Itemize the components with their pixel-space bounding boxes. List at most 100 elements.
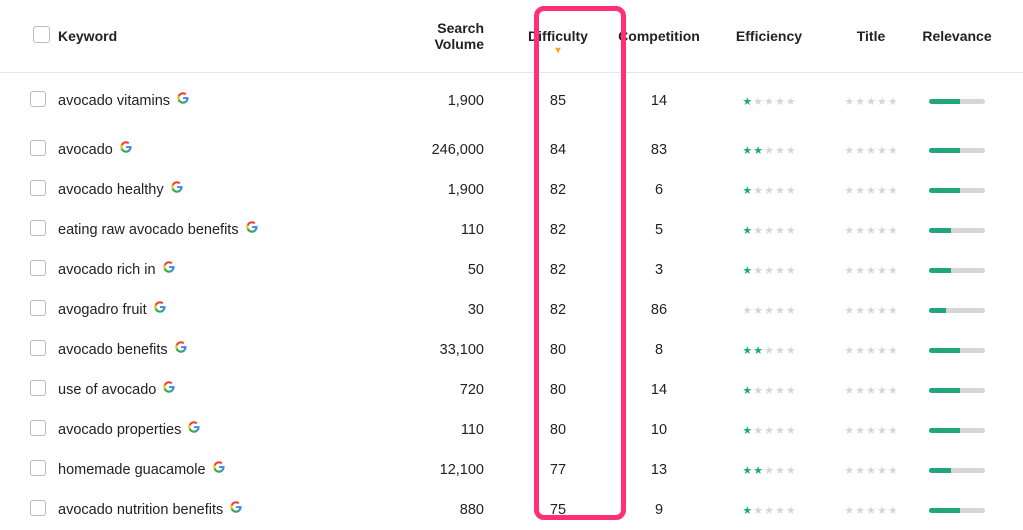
star-icon: ★ (742, 506, 752, 517)
star-icon: ★ (877, 346, 887, 357)
header-difficulty[interactable]: Difficulty ▾ (512, 0, 604, 72)
google-icon (154, 301, 166, 313)
star-icon: ★ (888, 266, 898, 277)
star-icon: ★ (855, 386, 865, 397)
competition-cell: 14 (604, 72, 714, 130)
row-checkbox[interactable] (30, 460, 46, 476)
row-checkbox[interactable] (30, 140, 46, 156)
row-checkbox[interactable] (30, 380, 46, 396)
search-volume-cell: 1,900 (392, 72, 512, 130)
competition-cell: 83 (604, 130, 714, 170)
efficiency-cell: ★★★★★ (714, 450, 824, 490)
star-icon: ★ (764, 506, 774, 517)
star-icon: ★ (844, 226, 854, 237)
google-icon (120, 141, 132, 153)
star-rating: ★★★★★ (844, 346, 897, 357)
row-checkbox[interactable] (30, 91, 46, 107)
search-volume-cell: 720 (392, 370, 512, 410)
row-checkbox[interactable] (30, 340, 46, 356)
relevance-cell (918, 170, 1023, 210)
keyword-text: avocado vitamins (58, 93, 170, 109)
keyword-cell[interactable]: avocado benefits (58, 342, 391, 358)
relevance-cell (918, 250, 1023, 290)
keyword-cell[interactable]: eating raw avocado benefits (58, 222, 391, 238)
keyword-text: avocado properties (58, 422, 181, 438)
header-keyword[interactable]: Keyword (54, 0, 392, 72)
difficulty-cell: 84 (512, 130, 604, 170)
keyword-text: avocado nutrition benefits (58, 502, 223, 518)
star-icon: ★ (764, 346, 774, 357)
star-icon: ★ (877, 466, 887, 477)
relevance-cell (918, 450, 1023, 490)
row-checkbox[interactable] (30, 500, 46, 516)
star-icon: ★ (877, 506, 887, 517)
difficulty-cell: 75 (512, 490, 604, 530)
star-icon: ★ (855, 306, 865, 317)
header-difficulty-label: Difficulty (528, 28, 588, 44)
relevance-bar-fill (929, 348, 960, 353)
google-icon (171, 181, 183, 193)
star-icon: ★ (844, 466, 854, 477)
keyword-cell[interactable]: avocado (58, 142, 391, 158)
relevance-cell (918, 210, 1023, 250)
star-rating: ★★★★★ (742, 97, 795, 108)
star-icon: ★ (888, 97, 898, 108)
star-rating: ★★★★★ (844, 386, 897, 397)
difficulty-cell: 77 (512, 450, 604, 490)
star-icon: ★ (775, 426, 785, 437)
title-cell: ★★★★★ (824, 250, 918, 290)
keyword-cell[interactable]: avocado properties (58, 422, 391, 438)
header-title[interactable]: Title (824, 0, 918, 72)
star-icon: ★ (855, 346, 865, 357)
star-icon: ★ (753, 226, 763, 237)
keyword-table-container: Keyword Search Volume Difficulty ▾ Compe… (0, 0, 1023, 530)
star-icon: ★ (877, 386, 887, 397)
keyword-cell[interactable]: avocado healthy (58, 182, 391, 198)
star-icon: ★ (866, 466, 876, 477)
row-checkbox[interactable] (30, 420, 46, 436)
star-icon: ★ (888, 426, 898, 437)
star-icon: ★ (764, 186, 774, 197)
search-volume-cell: 110 (392, 410, 512, 450)
select-all-checkbox[interactable] (33, 26, 50, 43)
header-search-volume[interactable]: Search Volume (392, 0, 512, 72)
keyword-cell[interactable]: avocado rich in (58, 262, 391, 278)
star-icon: ★ (742, 426, 752, 437)
row-checkbox[interactable] (30, 220, 46, 236)
row-checkbox[interactable] (30, 180, 46, 196)
star-icon: ★ (742, 226, 752, 237)
header-efficiency[interactable]: Efficiency (714, 0, 824, 72)
star-icon: ★ (753, 186, 763, 197)
star-icon: ★ (764, 426, 774, 437)
relevance-bar-fill (929, 468, 951, 473)
star-icon: ★ (866, 226, 876, 237)
star-icon: ★ (786, 146, 796, 157)
keyword-cell[interactable]: use of avocado (58, 382, 391, 398)
star-rating: ★★★★★ (742, 306, 795, 317)
star-icon: ★ (786, 97, 796, 108)
relevance-cell (918, 72, 1023, 130)
relevance-bar-fill (929, 508, 960, 513)
keyword-cell[interactable]: avocado nutrition benefits (58, 502, 391, 518)
star-icon: ★ (844, 306, 854, 317)
competition-cell: 3 (604, 250, 714, 290)
star-icon: ★ (786, 466, 796, 477)
keyword-cell[interactable]: homemade guacamole (58, 462, 391, 478)
star-icon: ★ (753, 346, 763, 357)
title-cell: ★★★★★ (824, 170, 918, 210)
star-icon: ★ (786, 386, 796, 397)
star-rating: ★★★★★ (844, 306, 897, 317)
keyword-cell[interactable]: avogadro fruit (58, 302, 391, 318)
keyword-cell[interactable]: avocado vitamins (58, 93, 391, 109)
star-icon: ★ (855, 97, 865, 108)
row-checkbox[interactable] (30, 260, 46, 276)
table-row: avocado benefits33,100808★★★★★★★★★★ (0, 330, 1023, 370)
header-relevance[interactable]: Relevance (918, 0, 1023, 72)
star-icon: ★ (764, 306, 774, 317)
star-icon: ★ (888, 226, 898, 237)
star-icon: ★ (844, 266, 854, 277)
star-rating: ★★★★★ (844, 97, 897, 108)
difficulty-cell: 80 (512, 370, 604, 410)
header-competition[interactable]: Competition (604, 0, 714, 72)
row-checkbox[interactable] (30, 300, 46, 316)
